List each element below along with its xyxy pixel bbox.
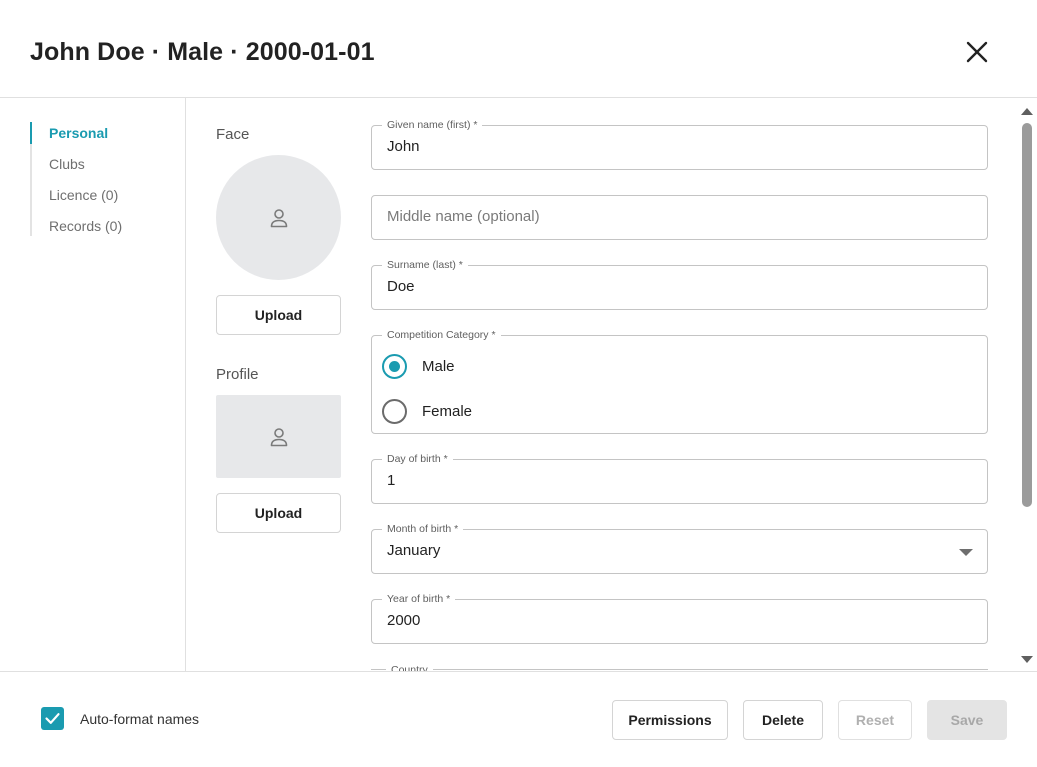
save-button[interactable]: Save <box>927 700 1007 740</box>
year-of-birth-value[interactable]: 2000 <box>387 612 420 629</box>
middle-name-field[interactable]: Middle name (optional) <box>371 195 988 240</box>
year-of-birth-field[interactable]: Year of birth * 2000 <box>371 593 988 644</box>
given-name-value[interactable]: John <box>387 138 420 155</box>
country-label: Country <box>386 664 433 671</box>
page-title: John Doe · Male · 2000-01-01 <box>30 38 375 66</box>
month-of-birth-value[interactable]: January <box>387 542 440 559</box>
middle-name-placeholder[interactable]: Middle name (optional) <box>387 208 540 225</box>
radio-female-label: Female <box>422 402 473 420</box>
surname-label: Surname (last) * <box>382 259 468 271</box>
month-of-birth-select[interactable]: Month of birth * January <box>371 523 988 574</box>
dialog-header: John Doe · Male · 2000-01-01 <box>0 0 1037 98</box>
upload-face-button[interactable]: Upload <box>216 295 341 335</box>
reset-button[interactable]: Reset <box>838 700 912 740</box>
radio-male-label: Male <box>422 357 455 375</box>
person-icon <box>270 208 287 227</box>
upload-profile-button[interactable]: Upload <box>216 493 341 533</box>
nav-item-personal[interactable]: Personal <box>30 122 180 144</box>
surname-value[interactable]: Doe <box>387 278 415 295</box>
given-name-field[interactable]: Given name (first) * John <box>371 119 988 170</box>
auto-format-checkbox[interactable] <box>41 707 64 730</box>
given-name-label: Given name (first) * <box>382 119 483 131</box>
radio-female[interactable] <box>382 398 407 424</box>
surname-field[interactable]: Surname (last) * Doe <box>371 259 988 310</box>
competition-category-group: Competition Category * Male Female <box>371 329 988 434</box>
permissions-button[interactable]: Permissions <box>612 700 728 740</box>
scrollbar-thumb[interactable] <box>1022 123 1032 507</box>
nav-item-clubs[interactable]: Clubs <box>30 153 180 175</box>
day-of-birth-value[interactable]: 1 <box>387 472 395 489</box>
day-of-birth-label: Day of birth * <box>382 453 453 465</box>
person-icon <box>270 427 287 446</box>
radio-option-male[interactable]: Male <box>382 353 455 379</box>
chevron-down-icon[interactable] <box>959 549 973 556</box>
nav-item-licence[interactable]: Licence (0) <box>30 184 180 206</box>
scroll-down-arrow[interactable] <box>1021 656 1033 663</box>
close-button[interactable] <box>962 37 992 67</box>
radio-option-female[interactable]: Female <box>382 398 472 424</box>
year-of-birth-label: Year of birth * <box>382 593 456 605</box>
month-of-birth-label: Month of birth * <box>382 523 464 535</box>
scroll-up-arrow[interactable] <box>1021 108 1033 115</box>
profile-image <box>216 395 341 478</box>
day-of-birth-field[interactable]: Day of birth * 1 <box>371 453 988 504</box>
competition-category-label: Competition Category * <box>382 329 501 341</box>
profile-label: Profile <box>216 366 259 383</box>
delete-button[interactable]: Delete <box>743 700 823 740</box>
radio-male[interactable] <box>382 353 407 379</box>
face-label: Face <box>216 126 250 143</box>
check-icon <box>45 713 60 724</box>
close-icon[interactable] <box>962 37 992 67</box>
nav-item-records[interactable]: Records (0) <box>30 215 180 237</box>
auto-format-label[interactable]: Auto-format names <box>80 711 199 727</box>
face-avatar <box>216 155 341 280</box>
